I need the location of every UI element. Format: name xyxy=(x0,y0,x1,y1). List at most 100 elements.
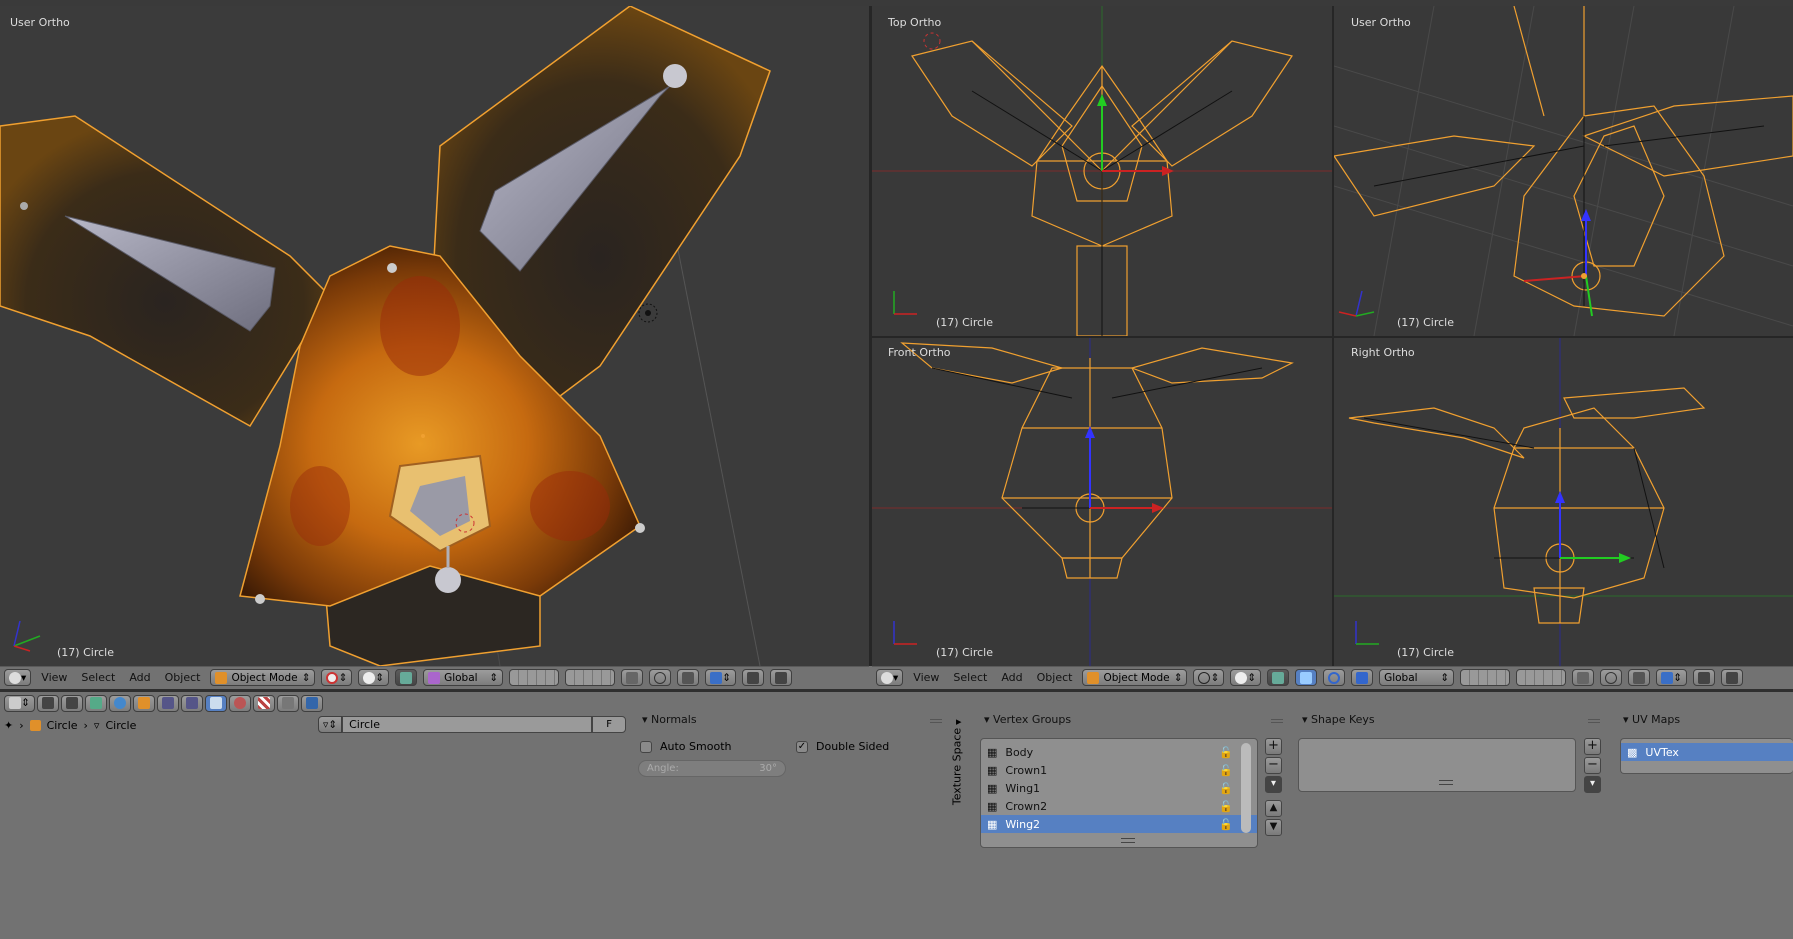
list-item[interactable]: ▦ Crown2 🔓 xyxy=(981,797,1257,815)
render-button[interactable] xyxy=(741,669,764,686)
vertex-groups-list[interactable]: ▦ Body 🔓 ▦ Crown1 🔓 ▦ Wing1 🔓 ▦ Crown2 🔓 ▦ Wing2 🔓 xyxy=(980,738,1258,848)
properties-editor-type[interactable]: ⇕ xyxy=(4,694,35,712)
proportional-edit-button-right[interactable] xyxy=(1600,669,1623,686)
render-button-right[interactable] xyxy=(1692,669,1715,686)
lock-layer-button[interactable] xyxy=(621,669,644,686)
add-shape-key-button[interactable]: + xyxy=(1584,738,1601,755)
layers-1[interactable] xyxy=(509,669,560,686)
tab-texture[interactable] xyxy=(252,694,275,712)
uv-maps-panel-header[interactable]: ▾ UV Maps xyxy=(1623,713,1680,726)
rotate-toggle[interactable] xyxy=(1323,669,1346,686)
snap-element-select[interactable]: ⇕ xyxy=(705,669,736,686)
menu-add[interactable]: Add xyxy=(125,671,154,684)
orientation-select-right[interactable]: Global ⇕ xyxy=(1379,669,1455,686)
snap-element-select-right[interactable]: ⇕ xyxy=(1656,669,1687,686)
editor-type-button-right[interactable]: ▾ xyxy=(876,669,904,686)
list-item-selected[interactable]: ▦ Wing2 🔓 xyxy=(981,815,1257,833)
tab-world[interactable] xyxy=(108,694,131,712)
add-vertex-group-button[interactable]: + xyxy=(1265,738,1282,755)
list-item[interactable]: ▦ Body 🔓 xyxy=(981,743,1257,761)
chevron-right-icon: › xyxy=(19,718,24,732)
tab-render-layers[interactable] xyxy=(60,694,83,712)
lock-icon[interactable]: 🔓 xyxy=(1219,800,1233,813)
pin-icon[interactable]: ✦ xyxy=(4,719,13,732)
shape-keys-grip[interactable] xyxy=(1588,719,1600,723)
vertex-groups-grip[interactable] xyxy=(1271,719,1283,723)
mesh-browse-button[interactable]: ▿ ⇕ xyxy=(318,716,343,733)
vertex-groups-panel-header[interactable]: ▾ Vertex Groups xyxy=(984,713,1071,726)
viewport-front[interactable]: Front Ortho (17) Circle xyxy=(872,338,1332,666)
layers-2-right[interactable] xyxy=(1516,669,1567,686)
tab-render[interactable] xyxy=(36,694,59,712)
shading-select[interactable]: ⇕ xyxy=(321,669,353,686)
normals-panel-header[interactable]: ▾ Normals xyxy=(642,713,697,726)
mode-select[interactable]: Object Mode ⇕ xyxy=(210,669,316,686)
manipulator-toggle[interactable] xyxy=(395,669,418,686)
render-anim-button-right[interactable] xyxy=(1720,669,1743,686)
remove-shape-key-button[interactable]: − xyxy=(1584,757,1601,774)
lock-icon[interactable]: 🔓 xyxy=(1219,782,1233,795)
double-sided-row[interactable]: ✓ Double Sided xyxy=(796,740,889,753)
menu-object[interactable]: Object xyxy=(161,671,205,684)
viewport-right[interactable]: Right Ortho (17) Circle xyxy=(1334,338,1793,666)
move-up-button[interactable]: ▲ xyxy=(1265,800,1282,817)
list-item[interactable]: ▦ Wing1 🔓 xyxy=(981,779,1257,797)
lock-icon[interactable]: 🔓 xyxy=(1219,818,1233,831)
mode-select-right[interactable]: Object Mode ⇕ xyxy=(1082,669,1188,686)
viewport-user2[interactable]: User Ortho (17) Circle xyxy=(1334,6,1793,336)
viewport-top[interactable]: Top Ortho (17) Circle xyxy=(872,6,1332,336)
menu-view-right[interactable]: View xyxy=(909,671,943,684)
auto-smooth-row[interactable]: Auto Smooth xyxy=(640,740,731,753)
menu-view[interactable]: View xyxy=(37,671,71,684)
angle-field[interactable]: Angle: 30° xyxy=(638,760,786,777)
fake-user-button[interactable]: F xyxy=(592,716,627,733)
tab-material[interactable] xyxy=(228,694,251,712)
tab-constraints[interactable] xyxy=(156,694,179,712)
viewport-main[interactable]: User Ortho (17) Circle xyxy=(0,6,869,666)
manipulator-toggle-right[interactable] xyxy=(1267,669,1290,686)
remove-vertex-group-button[interactable]: − xyxy=(1265,757,1282,774)
proportional-edit-button[interactable] xyxy=(649,669,672,686)
shape-keys-list[interactable] xyxy=(1298,738,1576,792)
pivot-select[interactable]: ⇕ xyxy=(358,669,390,686)
normals-panel-grip[interactable] xyxy=(930,719,942,723)
layers-1-right[interactable] xyxy=(1460,669,1511,686)
snap-button-right[interactable] xyxy=(1628,669,1651,686)
translate-toggle[interactable] xyxy=(1295,669,1318,686)
list-scrollbar[interactable] xyxy=(1241,743,1251,833)
snap-button[interactable] xyxy=(677,669,700,686)
scale-toggle[interactable] xyxy=(1351,669,1374,686)
lock-layer-button-right[interactable] xyxy=(1572,669,1595,686)
menu-select[interactable]: Select xyxy=(77,671,119,684)
tab-scene[interactable] xyxy=(84,694,107,712)
orientation-select[interactable]: Global ⇕ xyxy=(423,669,504,686)
list-item-selected[interactable]: ▩ UVTex xyxy=(1621,743,1793,761)
tab-object[interactable] xyxy=(132,694,155,712)
lock-icon[interactable]: 🔓 xyxy=(1219,764,1233,777)
move-down-button[interactable]: ▼ xyxy=(1265,819,1282,836)
menu-add-right[interactable]: Add xyxy=(997,671,1026,684)
vertex-group-specials-button[interactable]: ▾ xyxy=(1265,776,1282,793)
mesh-name-input[interactable]: Circle xyxy=(342,716,593,733)
shading-select-right[interactable]: ⇕ xyxy=(1193,669,1225,686)
editor-type-button[interactable]: ▾ xyxy=(4,669,32,686)
tab-particles[interactable] xyxy=(276,694,299,712)
render-anim-button[interactable] xyxy=(769,669,792,686)
lock-icon[interactable]: 🔓 xyxy=(1219,746,1233,759)
shape-key-specials-button[interactable]: ▾ xyxy=(1584,776,1601,793)
tab-modifiers[interactable] xyxy=(180,694,203,712)
menu-select-right[interactable]: Select xyxy=(949,671,991,684)
list-resize-handle[interactable] xyxy=(1121,838,1135,843)
layers-2[interactable] xyxy=(565,669,616,686)
pivot-select-right[interactable]: ⇕ xyxy=(1230,669,1262,686)
uv-maps-list[interactable]: ▩ UVTex xyxy=(1620,738,1793,774)
texture-space-label[interactable]: Texture Space xyxy=(951,722,964,812)
double-sided-checkbox[interactable]: ✓ xyxy=(796,740,808,753)
list-item[interactable]: ▦ Crown1 🔓 xyxy=(981,761,1257,779)
tab-data[interactable] xyxy=(204,694,227,712)
menu-object-right[interactable]: Object xyxy=(1033,671,1077,684)
auto-smooth-checkbox[interactable] xyxy=(640,740,652,753)
list-resize-handle[interactable] xyxy=(1439,780,1453,785)
tab-physics[interactable] xyxy=(300,694,323,712)
shape-keys-panel-header[interactable]: ▾ Shape Keys xyxy=(1302,713,1375,726)
